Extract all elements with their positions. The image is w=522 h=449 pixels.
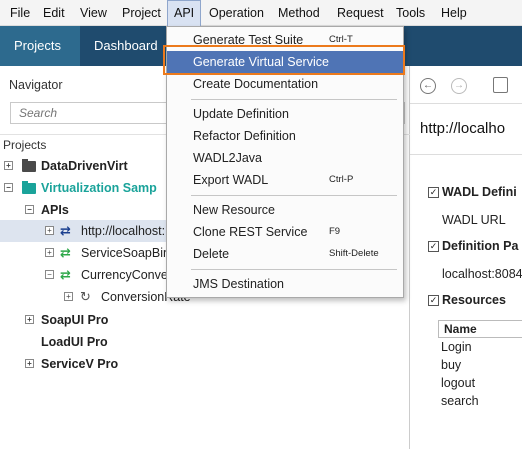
tree-item-servicev-pro[interactable]: + ServiceV Pro (0, 353, 300, 375)
menu-file[interactable]: File (4, 0, 36, 26)
folder-icon (22, 159, 36, 172)
tree-item-label: APIs (41, 203, 69, 217)
collapse-checkbox-icon[interactable]: ✓ (428, 295, 439, 306)
tree-item-label: ServiceSoapBin (81, 246, 170, 260)
back-icon[interactable]: ← (420, 78, 436, 94)
tree-item-soapui-pro[interactable]: + SoapUI Pro (0, 309, 300, 331)
expand-icon[interactable]: + (45, 248, 54, 257)
tree-item-label: Virtualization Samp (41, 181, 157, 195)
expand-icon[interactable]: + (25, 359, 34, 368)
menu-separator (191, 269, 397, 270)
editor-panel: ← → http://localho ✓ WADL Defini WADL UR… (410, 66, 522, 449)
wadl-definition-heading: WADL Defini (442, 185, 517, 199)
menu-item-new-resource[interactable]: New Resource (167, 199, 403, 221)
menu-item-refactor-definition[interactable]: Refactor Definition (167, 125, 403, 147)
menu-item-wadl2java[interactable]: WADL2Java (167, 147, 403, 169)
menu-method[interactable]: Method (272, 0, 326, 26)
soap-service-icon: ⇄ (60, 267, 71, 282)
folder-icon (22, 181, 36, 194)
menu-bar: File Edit View Project API Operation Met… (0, 0, 522, 26)
menu-item-clone-rest-service[interactable]: Clone REST Service F9 (167, 221, 403, 243)
menu-item-jms-destination[interactable]: JMS Destination (167, 273, 403, 295)
menu-edit[interactable]: Edit (37, 0, 71, 26)
resources-table-header: Name (438, 320, 522, 338)
resource-row[interactable]: Login (441, 340, 472, 354)
editor-toolbar: ← → (410, 66, 522, 104)
collapse-checkbox-icon[interactable]: ✓ (428, 187, 439, 198)
expand-icon[interactable]: + (25, 315, 34, 324)
tree-item-label: CurrencyConve (81, 268, 168, 282)
resource-row[interactable]: buy (441, 358, 461, 372)
collapse-icon[interactable]: − (4, 183, 13, 192)
menu-separator (191, 99, 397, 100)
definition-parts-heading: Definition Pa (442, 239, 519, 253)
tree-item-localhost[interactable]: + ⇄ http://localhost: (0, 220, 166, 242)
menu-item-update-definition[interactable]: Update Definition (167, 103, 403, 125)
tab-projects[interactable]: Projects (0, 26, 80, 66)
tab-dashboard[interactable]: Dashboard (80, 26, 172, 66)
save-icon[interactable] (493, 77, 508, 93)
menu-request[interactable]: Request (331, 0, 390, 26)
forward-icon[interactable]: → (451, 78, 467, 94)
expand-icon[interactable]: + (64, 292, 73, 301)
collapse-icon[interactable]: − (25, 205, 34, 214)
menu-operation[interactable]: Operation (203, 0, 270, 26)
tree-item-label: SoapUI Pro (41, 313, 109, 327)
tree-item-servicesoapbinding[interactable]: + ⇄ ServiceSoapBin (0, 242, 170, 264)
projects-tree-label: Projects (3, 138, 47, 152)
resource-row[interactable]: search (441, 394, 479, 408)
wadl-url-label: WADL URL (442, 213, 506, 227)
definition-value: localhost:8084 (442, 267, 522, 281)
menu-help[interactable]: Help (435, 0, 473, 26)
soap-service-icon: ⇄ (60, 245, 71, 260)
endpoint-url: http://localho (420, 120, 506, 137)
expand-icon[interactable]: + (4, 161, 13, 170)
tree-item-label: ServiceV Pro (41, 357, 119, 371)
tree-item-label: DataDrivenVirt (41, 159, 128, 173)
menu-separator (191, 195, 397, 196)
collapse-checkbox-icon[interactable]: ✓ (428, 241, 439, 252)
menu-item-create-documentation[interactable]: Create Documentation (167, 73, 403, 95)
operation-cycle-icon: ↻ (80, 289, 91, 304)
highlight-outline (163, 45, 405, 75)
tree-item-currencyconverter[interactable]: − ⇄ CurrencyConve (0, 264, 168, 286)
collapse-icon[interactable]: − (45, 270, 54, 279)
resources-heading: Resources (442, 293, 506, 307)
menu-api[interactable]: API (167, 0, 202, 26)
tree-item-label: LoadUI Pro (41, 335, 108, 349)
menu-item-export-wadl[interactable]: Export WADL Ctrl-P (167, 169, 403, 191)
menu-tools[interactable]: Tools (390, 0, 431, 26)
menu-item-delete[interactable]: Delete Shift-Delete (167, 243, 403, 265)
tree-item-loadui-pro[interactable]: LoadUI Pro (0, 331, 300, 353)
rest-service-icon: ⇄ (60, 223, 71, 238)
navigator-title: Navigator (9, 78, 63, 92)
menu-view[interactable]: View (74, 0, 113, 26)
editor-divider (410, 154, 522, 155)
resource-row[interactable]: logout (441, 376, 475, 390)
menu-project[interactable]: Project (116, 0, 167, 26)
tree-item-label: http://localhost: (81, 224, 166, 238)
expand-icon[interactable]: + (45, 226, 54, 235)
